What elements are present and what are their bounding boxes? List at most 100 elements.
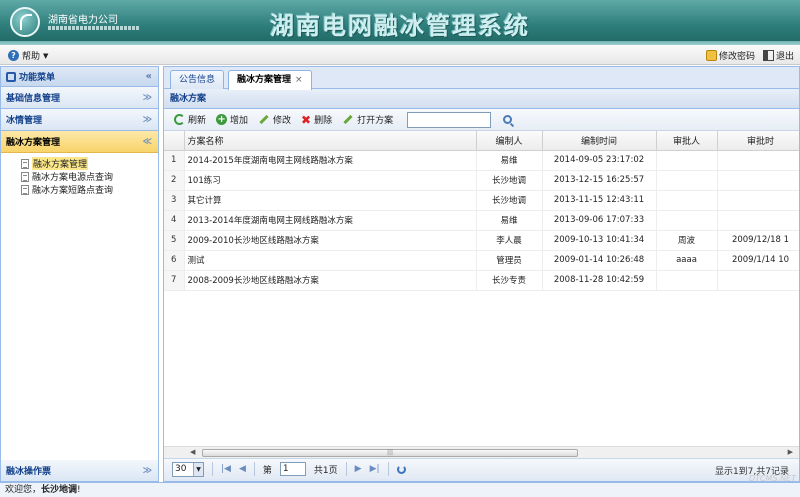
row-number: 5	[164, 230, 185, 251]
tab-bar: 公告信息 融冰方案管理 ×	[164, 67, 799, 90]
add-icon: +	[216, 114, 228, 125]
page-number-input[interactable]: 1	[279, 462, 306, 476]
first-page-icon[interactable]: |◀	[221, 464, 231, 474]
sidebar-section-basic-info[interactable]: 基础信息管理 ≫	[1, 87, 158, 109]
chevron-down-icon: ▼	[43, 51, 49, 60]
plan-grid: 方案名称 编制人 编制时间 审批人 审批时 1 2014-2015年度湖南电网主网…	[164, 131, 799, 459]
column-header-approver[interactable]: 审批人	[656, 131, 718, 151]
column-header-approve-time[interactable]: 审批时	[717, 131, 799, 151]
page-size-select[interactable]: 30 ▼	[172, 461, 204, 477]
cell-approve-time	[717, 270, 799, 291]
logout-button[interactable]: 退出	[762, 49, 794, 62]
tree-item-label: 融冰方案电源点查询	[32, 173, 114, 183]
row-number: 6	[164, 250, 185, 271]
pager-separator	[387, 462, 389, 476]
table-header-row: 方案名称 编制人 编制时间 审批人 审批时	[164, 131, 799, 151]
expand-icon: ≫	[142, 465, 152, 476]
close-icon[interactable]: ×	[295, 75, 303, 85]
cell-plan-name: 2013-2014年度湖南电网主网线路融冰方案	[184, 210, 477, 231]
cell-author: 易维	[476, 150, 543, 171]
cell-author: 管理员	[476, 250, 543, 271]
tree-item-plan-management[interactable]: 融冰方案管理	[21, 157, 158, 170]
table-row[interactable]: 6 测试 管理员 2009-01-14 10:26:48 aaaa 2009/1/14 1…	[164, 250, 799, 271]
cell-time: 2013-12-15 16:25:57	[542, 170, 657, 191]
refresh-label: 刷新	[188, 116, 207, 126]
expand-icon: ≫	[142, 92, 152, 103]
header-banner: 湖南省电力公司 湖南电网融冰管理系统	[0, 0, 800, 45]
tab-label: 融冰方案管理	[237, 75, 292, 85]
document-icon	[21, 184, 29, 195]
search-icon[interactable]	[503, 115, 513, 124]
password-icon	[705, 50, 717, 61]
delete-icon: ✖	[301, 112, 312, 127]
edit-label: 修改	[273, 116, 292, 126]
scroll-left-icon[interactable]: ◀	[190, 448, 195, 456]
delete-button[interactable]: ✖ 删除	[299, 111, 338, 129]
table-row[interactable]: 7 2008-2009长沙地区线路融冰方案 长沙专责 2008-11-28 10:42…	[164, 270, 799, 291]
welcome-prefix: 欢迎您，	[5, 485, 42, 495]
cell-plan-name: 2008-2009长沙地区线路融冰方案	[184, 270, 477, 291]
logout-label: 退出	[775, 52, 794, 62]
sidebar-section-label: 融冰操作票	[6, 467, 52, 477]
plan-table: 方案名称 编制人 编制时间 审批人 审批时 1 2014-2015年度湖南电网主网…	[164, 131, 799, 291]
sidebar-section-deicing-ticket[interactable]: 融冰操作票 ≫	[1, 460, 158, 482]
tab-label: 公告信息	[179, 75, 216, 85]
column-header-plan-name[interactable]: 方案名称	[184, 131, 477, 151]
cell-approver	[656, 210, 718, 231]
collapse-icon: ≪	[142, 136, 152, 147]
cell-author: 长沙地调	[476, 170, 543, 191]
sidebar-section-label: 融冰方案管理	[6, 138, 61, 148]
scroll-right-icon[interactable]: ▶	[788, 448, 793, 456]
collapse-sidebar-icon[interactable]: «	[146, 71, 152, 82]
last-page-icon[interactable]: ▶|	[370, 464, 380, 474]
cell-approver	[656, 190, 718, 211]
prev-page-icon[interactable]: ◀	[239, 464, 246, 474]
delete-label: 删除	[314, 116, 333, 126]
table-row[interactable]: 1 2014-2015年度湖南电网主网线路融冰方案 易维 2014-09-05 23:…	[164, 150, 799, 171]
column-header-author[interactable]: 编制人	[476, 131, 543, 151]
refresh-button[interactable]: 刷新	[172, 111, 212, 129]
grid-toolbar: 刷新 + 增加 修改 ✖ 删除 打开方案	[164, 109, 799, 131]
tree-item-label: 融冰方案管理	[32, 157, 89, 170]
cell-author: 易维	[476, 210, 543, 231]
company-logo-icon	[10, 7, 40, 37]
sidebar-section-deicing-plan[interactable]: 融冰方案管理 ≪	[1, 131, 158, 153]
table-row[interactable]: 3 其它计算 长沙地调 2013-11-15 12:43:11	[164, 190, 799, 211]
next-page-icon[interactable]: ▶	[355, 464, 362, 474]
pencil-icon	[259, 114, 269, 125]
tree-item-power-source-query[interactable]: 融冰方案电源点查询	[21, 170, 158, 183]
cell-time: 2013-09-06 17:07:33	[542, 210, 657, 231]
tab-announcements[interactable]: 公告信息	[170, 70, 225, 89]
column-header-time[interactable]: 编制时间	[542, 131, 657, 151]
add-button[interactable]: + 增加	[214, 111, 254, 129]
sidebar-section-label: 冰情管理	[6, 116, 43, 126]
search-input[interactable]	[407, 111, 492, 128]
cell-approver	[656, 170, 718, 191]
cell-approve-time	[717, 210, 799, 231]
change-password-button[interactable]: 修改密码	[705, 49, 755, 62]
reload-icon[interactable]	[396, 464, 406, 474]
status-bar: 欢迎您，长沙地调!	[0, 482, 800, 497]
open-plan-button[interactable]: 打开方案	[340, 111, 399, 129]
sidebar: 功能菜单 « 基础信息管理 ≫ 冰情管理 ≫ 融冰方案管理 ≪ 融冰方案管理 融…	[0, 66, 159, 483]
sidebar-section-ice-condition[interactable]: 冰情管理 ≫	[1, 109, 158, 131]
table-row[interactable]: 4 2013-2014年度湖南电网主网线路融冰方案 易维 2013-09-06 17:…	[164, 210, 799, 231]
tree-item-short-circuit-query[interactable]: 融冰方案短路点查询	[21, 183, 158, 196]
cell-approve-time: 2009/1/14 10	[717, 250, 799, 271]
sidebar-title-label: 功能菜单	[19, 73, 56, 83]
help-menu[interactable]: ? 帮助 ▼	[8, 49, 48, 62]
cell-plan-name: 2014-2015年度湖南电网主网线路融冰方案	[184, 150, 477, 171]
menu-icon	[6, 71, 16, 82]
pencil-icon	[343, 114, 353, 125]
table-row[interactable]: 2 101练习 长沙地调 2013-12-15 16:25:57	[164, 170, 799, 191]
refresh-icon	[174, 114, 185, 125]
scrollbar-thumb[interactable]: |||	[202, 449, 578, 457]
cell-time: 2009-10-13 10:41:34	[542, 230, 657, 251]
table-row[interactable]: 5 2009-2010长沙地区线路融冰方案 李人晨 2009-10-13 10:41:…	[164, 230, 799, 251]
tab-deicing-plan-management[interactable]: 融冰方案管理 ×	[228, 70, 312, 90]
horizontal-scrollbar[interactable]: ◀ ||| ▶	[164, 446, 799, 458]
company-english-name-decoration	[48, 26, 140, 30]
column-header-rownum	[164, 131, 185, 151]
edit-button[interactable]: 修改	[256, 111, 297, 129]
welcome-suffix: !	[77, 485, 81, 495]
